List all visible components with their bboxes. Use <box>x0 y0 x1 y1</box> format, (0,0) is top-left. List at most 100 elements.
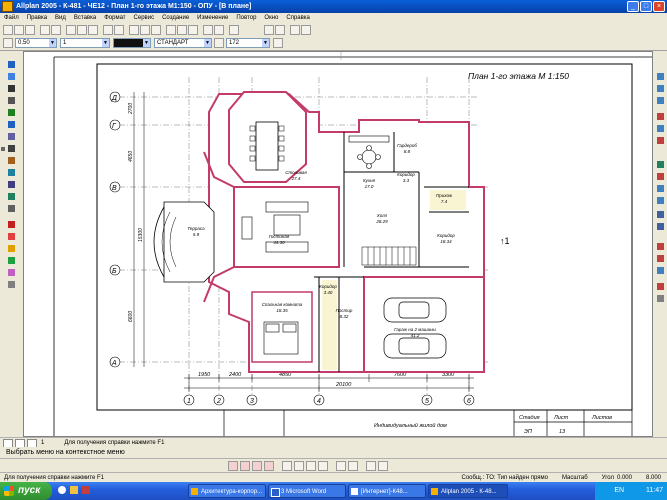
quicklaunch-folder-icon[interactable] <box>70 486 78 494</box>
window-tool-icon[interactable] <box>8 245 15 252</box>
text-edit-tool-icon[interactable] <box>8 97 15 104</box>
menu-file[interactable]: Файл <box>0 15 23 21</box>
move-tool-icon[interactable] <box>8 145 15 152</box>
regen-icon[interactable] <box>151 25 161 35</box>
offset-tool-icon[interactable] <box>8 193 15 200</box>
copy-tool-icon[interactable] <box>8 157 15 164</box>
zoom-icon[interactable] <box>129 25 139 35</box>
3d-view-icon[interactable] <box>214 25 224 35</box>
snap-center-icon[interactable] <box>657 97 664 104</box>
snap-tangent-icon[interactable] <box>657 137 664 144</box>
polyline-tool-icon[interactable] <box>8 73 15 80</box>
column-tool-icon[interactable] <box>8 281 15 288</box>
snap-endpoint-icon[interactable] <box>657 73 664 80</box>
redraw-icon[interactable] <box>657 173 664 180</box>
paste-icon[interactable] <box>88 25 98 35</box>
task-internet[interactable]: [Интернет]-К48... <box>348 484 426 498</box>
properties-tool-icon[interactable] <box>657 295 664 302</box>
room-tool-icon[interactable] <box>8 257 15 264</box>
select-all-icon[interactable] <box>240 461 250 471</box>
quicklaunch-ie-icon[interactable] <box>58 486 66 494</box>
rotate-tool-icon[interactable] <box>8 169 15 176</box>
center-snap-icon[interactable] <box>318 461 328 471</box>
zoom-all-icon[interactable] <box>657 197 664 204</box>
view-top-icon[interactable] <box>657 223 664 230</box>
cut-icon[interactable] <box>66 25 76 35</box>
layout-tab[interactable]: 1 <box>41 440 44 446</box>
language-indicator[interactable]: EN <box>614 487 624 494</box>
pan-icon[interactable] <box>140 25 150 35</box>
task-word[interactable]: 3 Microsoft Word <box>268 484 346 498</box>
format-painter-icon[interactable] <box>273 38 283 48</box>
text-tool-icon[interactable] <box>8 85 15 92</box>
door-tool-icon[interactable] <box>8 233 15 240</box>
rectangle-tool-icon[interactable] <box>8 121 15 128</box>
redo-icon[interactable] <box>114 25 124 35</box>
palette-grip-icon[interactable] <box>1 147 5 151</box>
layer-settings-icon[interactable] <box>214 38 224 48</box>
clock[interactable]: 11:47 <box>646 487 663 494</box>
command-line[interactable]: Выбрать меню на контекстное меню <box>0 447 667 458</box>
menu-view[interactable]: Вид <box>51 15 70 21</box>
intersection-snap-icon[interactable] <box>294 461 304 471</box>
mirror-tool-icon[interactable] <box>8 181 15 188</box>
delta-input-icon[interactable] <box>348 461 358 471</box>
task-archicad-corp[interactable]: Архитектура-корпор... <box>188 484 266 498</box>
select-window-icon[interactable] <box>252 461 262 471</box>
menu-tools[interactable]: Сервис <box>130 15 159 21</box>
accept-icon[interactable] <box>366 461 376 471</box>
layer-select[interactable]: СТАНДАРТ ▼ <box>154 38 212 48</box>
layer-visibility-icon[interactable] <box>657 161 664 168</box>
arc-tool-icon[interactable] <box>8 109 15 116</box>
open-file-icon[interactable] <box>14 25 24 35</box>
delete-tool-icon[interactable] <box>657 283 664 290</box>
close-button[interactable]: × <box>653 1 665 12</box>
snap-midpoint-icon[interactable] <box>657 85 664 92</box>
hatch-tool-icon[interactable] <box>8 133 15 140</box>
zoom-window-icon[interactable] <box>657 185 664 192</box>
menu-repeat[interactable]: Повтор <box>232 15 260 21</box>
allplan-app-icon[interactable] <box>2 1 13 12</box>
snap-intersection-icon[interactable] <box>657 113 664 120</box>
line-tool-icon[interactable] <box>8 61 15 68</box>
stair-tool-icon[interactable] <box>8 269 15 276</box>
grid-icon[interactable] <box>275 25 285 35</box>
print-preview-icon[interactable] <box>51 25 61 35</box>
snap-perpendicular-icon[interactable] <box>657 125 664 132</box>
menu-help[interactable]: Справка <box>282 15 314 21</box>
pen-thickness-select[interactable]: 0.50 ▼ <box>15 38 57 48</box>
new-file-icon[interactable] <box>3 25 13 35</box>
line-type-select[interactable]: 1 ▼ <box>60 38 110 48</box>
cancel-icon[interactable] <box>378 461 388 471</box>
select-line-icon[interactable] <box>264 461 274 471</box>
menu-create[interactable]: Создание <box>158 15 193 21</box>
minimize-button[interactable]: _ <box>627 1 639 12</box>
measure-angle-icon[interactable] <box>657 255 664 262</box>
layer-icon[interactable] <box>166 25 176 35</box>
copy-icon[interactable] <box>77 25 87 35</box>
window-split-icon[interactable] <box>203 25 213 35</box>
undo-icon[interactable] <box>103 25 113 35</box>
filter-icon[interactable] <box>228 461 238 471</box>
trim-tool-icon[interactable] <box>8 205 15 212</box>
scale-select[interactable]: 172 ▼ <box>226 38 270 48</box>
measure-area-icon[interactable] <box>657 267 664 274</box>
menu-modify[interactable]: Изменение <box>193 15 232 21</box>
menu-window[interactable]: Окно <box>260 15 282 21</box>
save-icon[interactable] <box>25 25 35 35</box>
ortho-icon[interactable] <box>290 25 300 35</box>
wall-tool-icon[interactable] <box>8 221 15 228</box>
middle-snap-icon[interactable] <box>306 461 316 471</box>
menu-edit[interactable]: Правка <box>23 15 51 21</box>
pen-icon[interactable] <box>3 38 13 48</box>
start-button[interactable]: пуск <box>0 482 52 500</box>
measure-distance-icon[interactable] <box>657 243 664 250</box>
menu-insert[interactable]: Вставка <box>70 15 100 21</box>
measure-icon[interactable] <box>301 25 311 35</box>
point-snap-icon[interactable] <box>282 461 292 471</box>
quicklaunch-app-icon[interactable] <box>82 486 90 494</box>
menu-format[interactable]: Формат <box>100 15 129 21</box>
snap-icon[interactable] <box>264 25 274 35</box>
help-icon[interactable] <box>229 25 239 35</box>
color-select[interactable]: ▼ <box>113 38 151 48</box>
